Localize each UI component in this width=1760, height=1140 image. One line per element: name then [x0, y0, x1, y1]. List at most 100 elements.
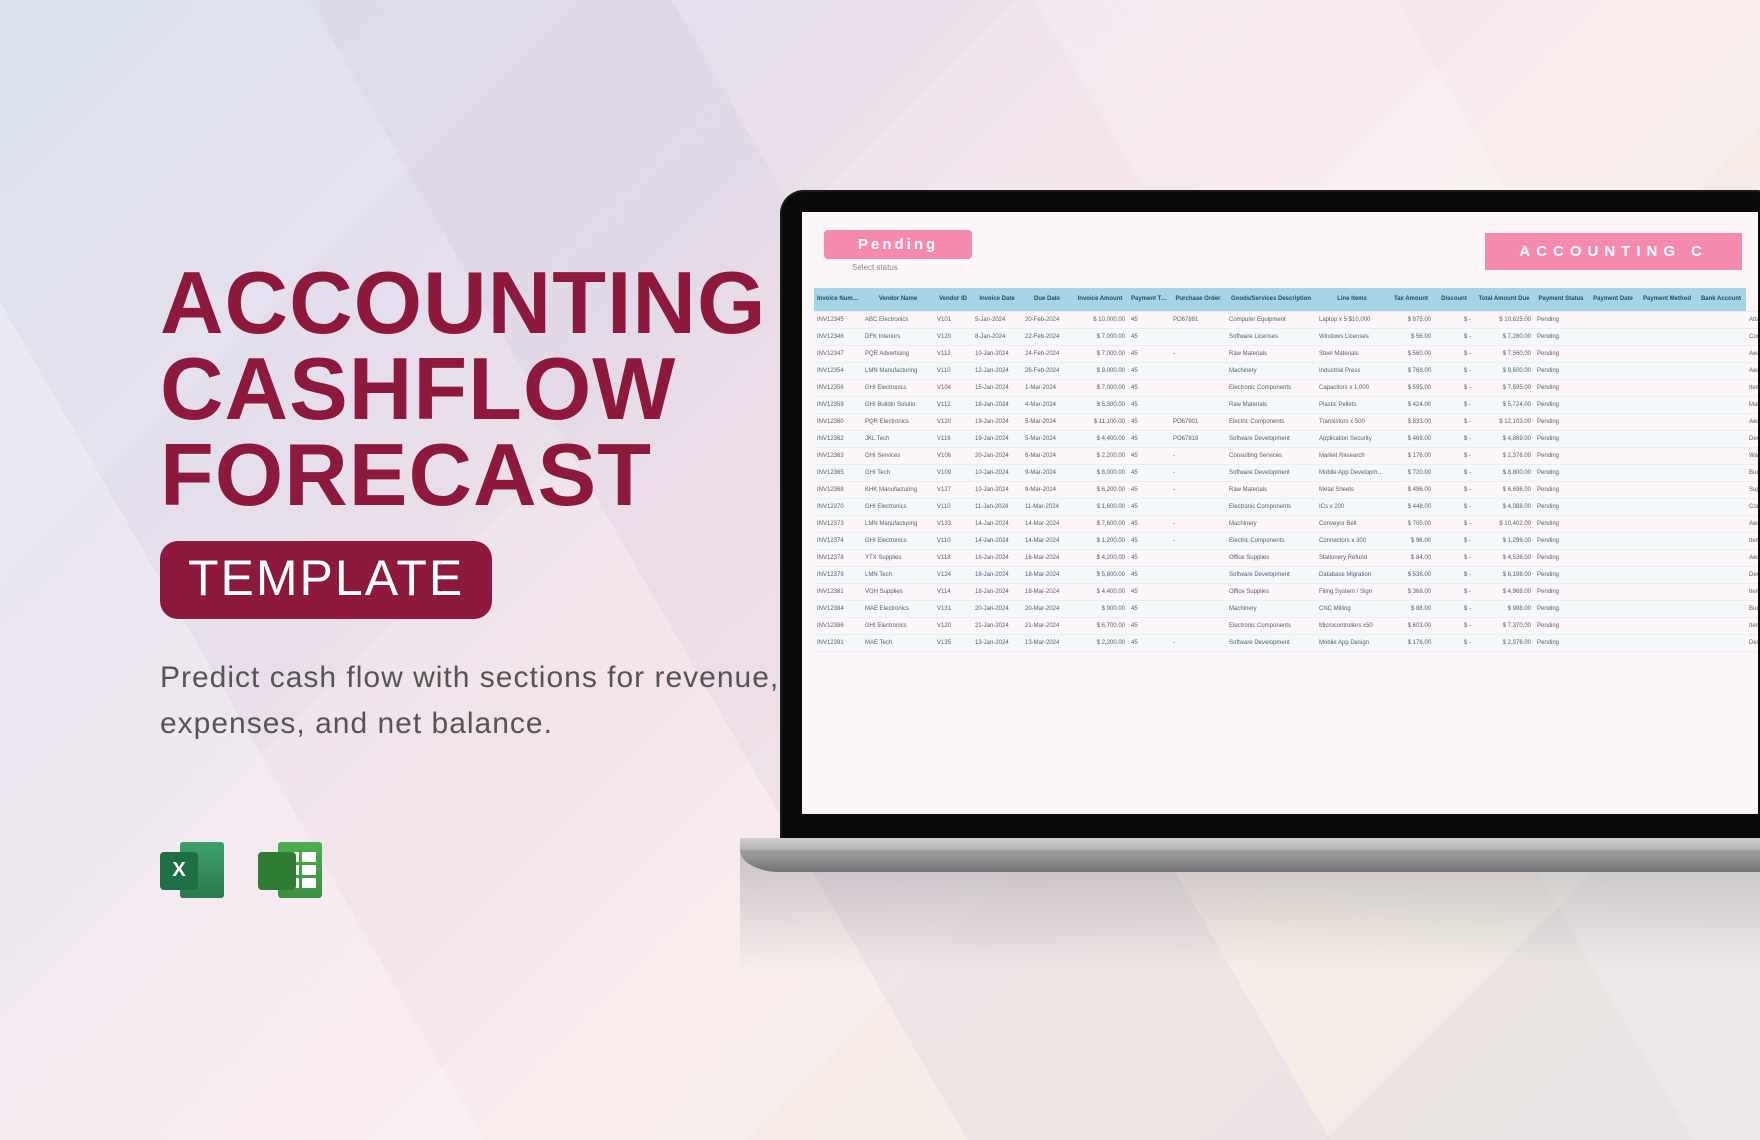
- cell: $ -: [1434, 448, 1474, 465]
- cell: 13-Jan-2024: [972, 635, 1022, 652]
- cell: 11-Mar-2024: [1022, 499, 1072, 516]
- cell: -: [1170, 465, 1226, 482]
- cell: $ -: [1434, 312, 1474, 329]
- cell: $ 10,402.00: [1474, 516, 1534, 533]
- cell: [1638, 448, 1696, 465]
- cell: Pending: [1534, 380, 1588, 397]
- cell: $ 536.00: [1388, 567, 1434, 584]
- cell: Electronic Components: [1226, 618, 1316, 635]
- column-header: Invoice Amount: [1072, 288, 1128, 312]
- cell: 45: [1128, 618, 1170, 635]
- cell: $ 560.00: [1388, 346, 1434, 363]
- cell: Pending: [1534, 363, 1588, 380]
- cell: KHK Manufacturing: [862, 482, 934, 499]
- cell: $ 4,400.00: [1072, 431, 1128, 448]
- column-header: Purchase Order: [1170, 288, 1226, 312]
- cell: INV12384: [814, 601, 862, 618]
- cell: Items out of stock: [1746, 584, 1758, 601]
- cell: Pending: [1534, 312, 1588, 329]
- cell: -: [1170, 516, 1226, 533]
- cell: 4-Mar-2024: [1022, 397, 1072, 414]
- cell: GHI Electronics: [862, 499, 934, 516]
- format-icons: X: [160, 838, 780, 902]
- cell: V114: [934, 584, 972, 601]
- cell: 8-Jan-2024: [972, 329, 1022, 346]
- cell: INV12356: [814, 380, 862, 397]
- cell: Metal Sheets: [1316, 482, 1388, 499]
- cell: PO67891: [1170, 312, 1226, 329]
- cell: $ 1,296.00: [1474, 533, 1534, 550]
- cell: [1170, 601, 1226, 618]
- cell: $ 6,200.00: [1072, 482, 1128, 499]
- cell: INV12370: [814, 499, 862, 516]
- hero-subtitle: Predict cash flow with sections for reve…: [160, 655, 780, 748]
- column-header: Notes/Comments: [1746, 288, 1758, 312]
- cell: 24-Feb-2024: [1022, 346, 1072, 363]
- cell: [1696, 465, 1746, 482]
- cell: $ -: [1434, 635, 1474, 652]
- cell: V131: [934, 601, 972, 618]
- cell: Pending: [1534, 329, 1588, 346]
- cell: 19-Jan-2024: [972, 414, 1022, 431]
- cell: Pending: [1534, 482, 1588, 499]
- cell: INV12346: [814, 329, 862, 346]
- cell: Mobile App Design: [1316, 635, 1388, 652]
- cell: Attachments pending: [1746, 312, 1758, 329]
- cell: 45: [1128, 465, 1170, 482]
- cell: $ 2,376.00: [1474, 635, 1534, 652]
- cell: Budget approval pending: [1746, 465, 1758, 482]
- cell: 45: [1128, 550, 1170, 567]
- cell: $ 6,696.00: [1474, 482, 1534, 499]
- cell: Conveyor Belt: [1316, 516, 1388, 533]
- cell: Development work: [1746, 431, 1758, 448]
- cell: Pending: [1534, 448, 1588, 465]
- cell: 18-Jan-2024: [972, 567, 1022, 584]
- cell: 45: [1128, 346, 1170, 363]
- google-sheets-icon: [258, 838, 322, 902]
- cell: [1588, 448, 1638, 465]
- cell: INV12374: [814, 533, 862, 550]
- cell: [1696, 380, 1746, 397]
- cell: Pending: [1534, 601, 1588, 618]
- cell: $ 6,700.00: [1072, 618, 1128, 635]
- column-header: Tax Amount: [1388, 288, 1434, 312]
- cell: [1696, 533, 1746, 550]
- cell: [1588, 499, 1638, 516]
- column-header: Payment Date: [1588, 288, 1638, 312]
- cell: 45: [1128, 533, 1170, 550]
- cell: Components backordered: [1746, 499, 1758, 516]
- cell: INV12347: [814, 346, 862, 363]
- table-row: INV12381VGH SuppliesV11418-Jan-202418-Ma…: [814, 584, 1746, 601]
- cell: -: [1170, 635, 1226, 652]
- cell: Pending: [1534, 533, 1588, 550]
- cell: [1588, 363, 1638, 380]
- cell: $ 7,000.00: [1072, 346, 1128, 363]
- cell: V104: [934, 380, 972, 397]
- cell: Office Supplies: [1226, 584, 1316, 601]
- column-header: Payment Method: [1638, 288, 1696, 312]
- cell: Application Security: [1316, 431, 1388, 448]
- cell: 20-Jan-2024: [972, 601, 1022, 618]
- cell: V116: [934, 431, 972, 448]
- cell: $ 8,800.00: [1474, 465, 1534, 482]
- cell: Software Development: [1226, 465, 1316, 482]
- cell: Items out of stock: [1746, 380, 1758, 397]
- cell: V106: [934, 448, 972, 465]
- cell: JKL Tech: [862, 431, 934, 448]
- cell: $ 12,103.00: [1474, 414, 1534, 431]
- cell: PO67901: [1170, 414, 1226, 431]
- cell: $ 900.00: [1072, 601, 1128, 618]
- cell: 22-Feb-2024: [1022, 329, 1072, 346]
- cell: 14-Jan-2024: [972, 516, 1022, 533]
- cell: 16-Mar-2024: [1022, 550, 1072, 567]
- excel-icon: X: [160, 838, 224, 902]
- cell: INV12391: [814, 635, 862, 652]
- cell: $ 7,560.00: [1474, 346, 1534, 363]
- cell: [1588, 584, 1638, 601]
- cell: [1638, 465, 1696, 482]
- cell: $ 1,200.00: [1072, 533, 1128, 550]
- cell: INV12362: [814, 431, 862, 448]
- hero-title: ACCOUNTING CASHFLOW FORECAST: [160, 260, 780, 519]
- cell: $ 56.00: [1388, 329, 1434, 346]
- cell: $ 875.00: [1388, 312, 1434, 329]
